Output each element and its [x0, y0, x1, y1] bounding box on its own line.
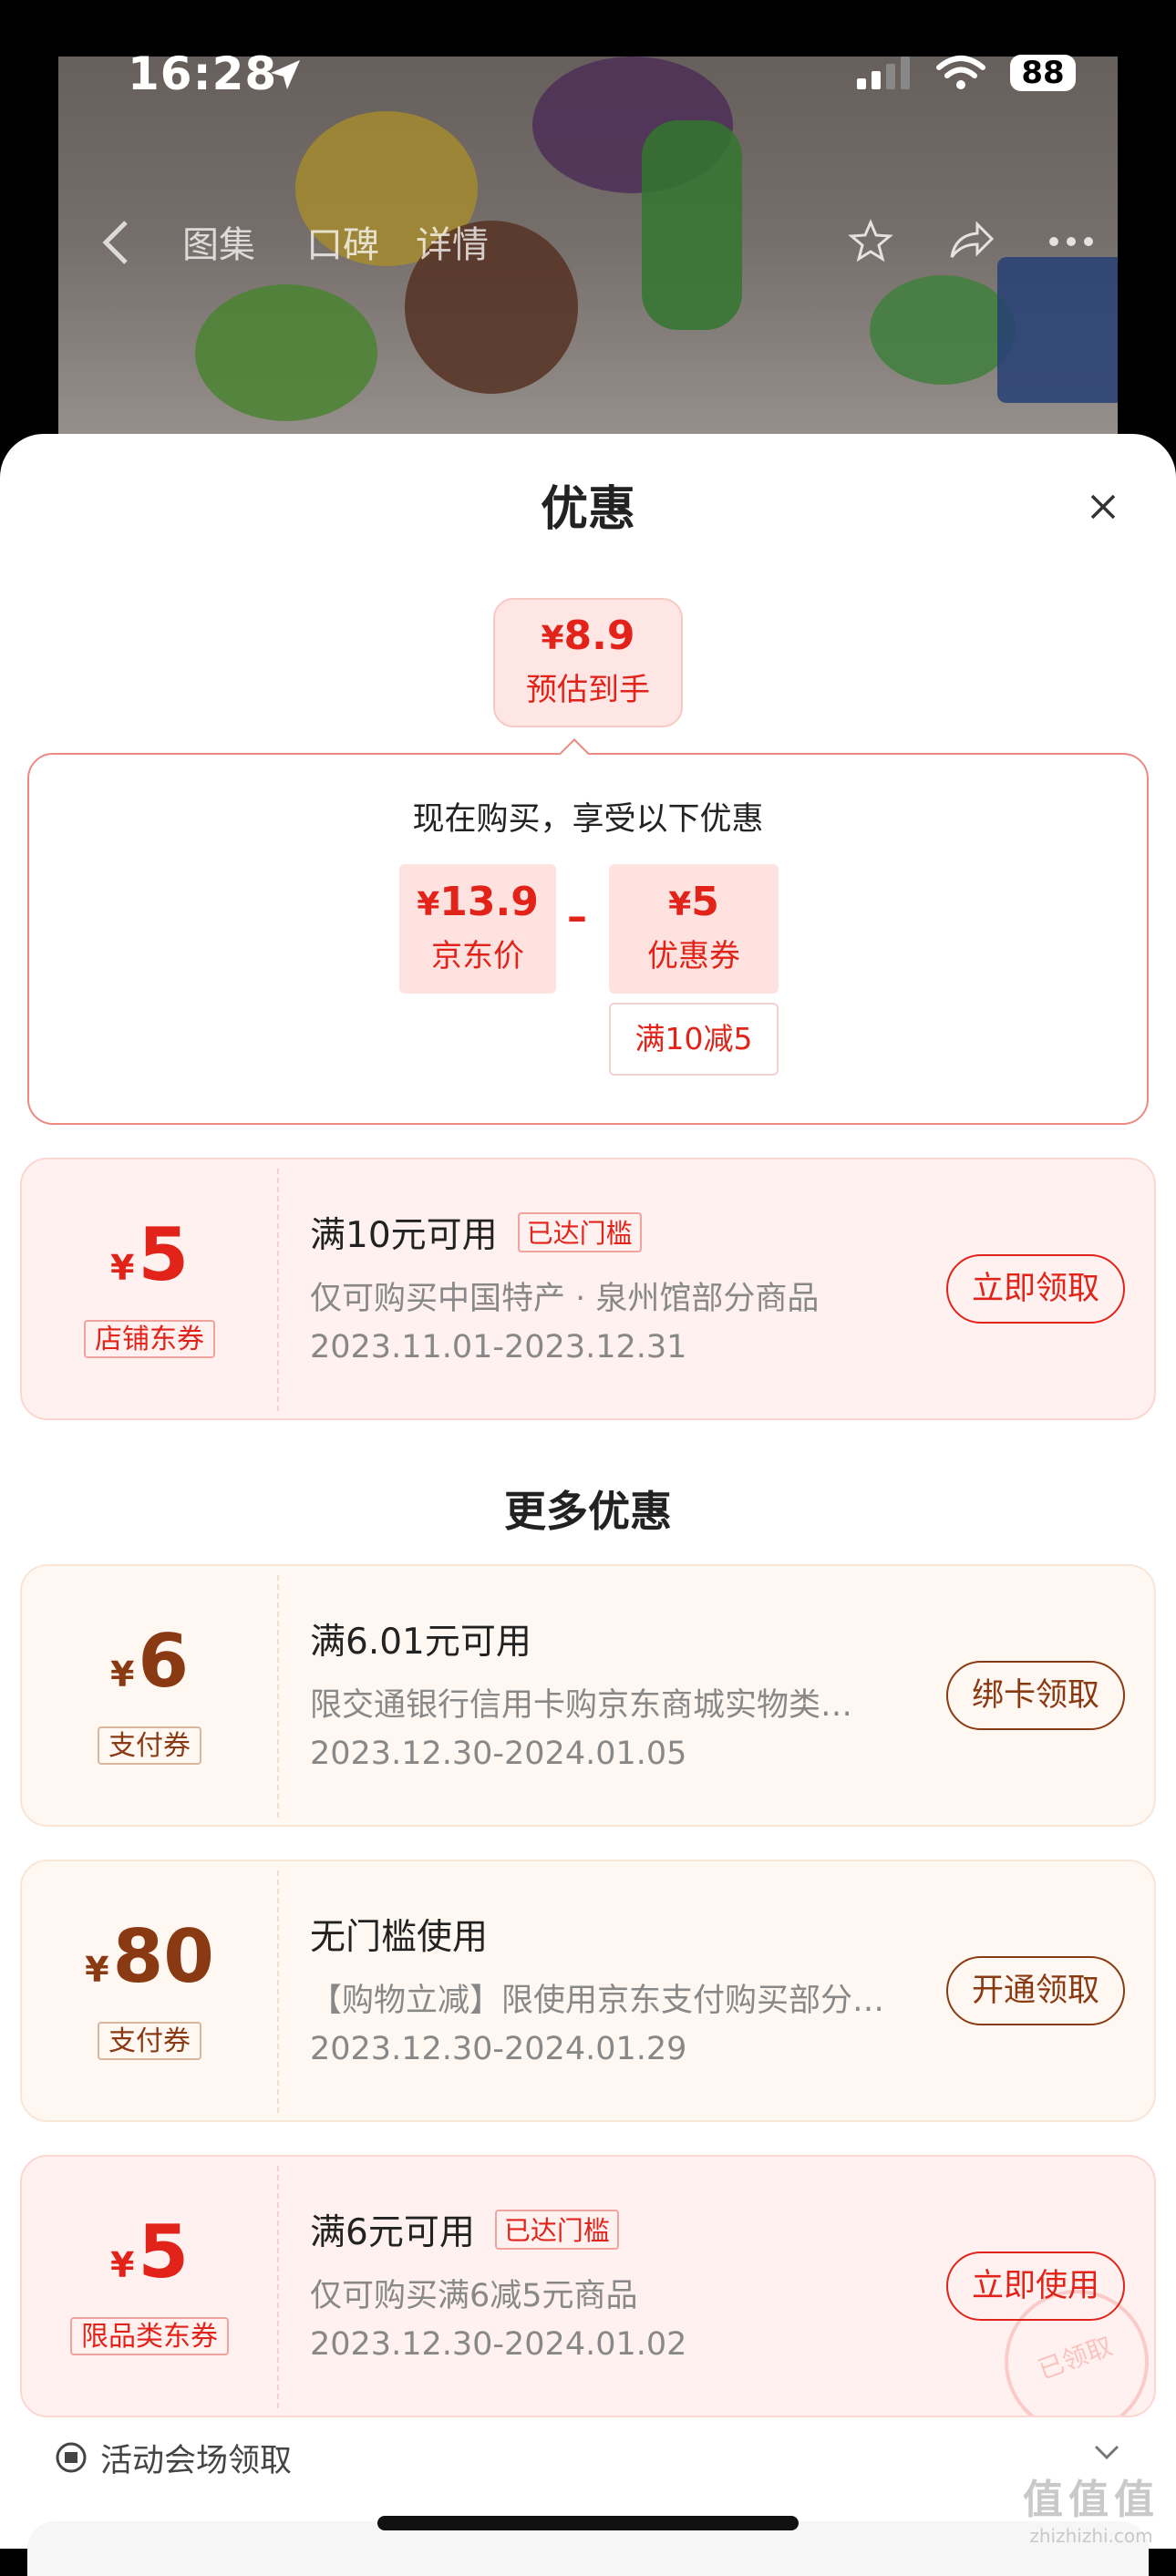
coupon-chip: ¥5 优惠券: [609, 864, 779, 994]
jd-price-label: 京东价: [431, 938, 524, 974]
coupon-currency: ¥: [85, 1950, 109, 1990]
battery-indicator: 88: [1010, 55, 1076, 91]
coupon-description: 仅可购买中国特产 · 泉州馆部分商品: [310, 1281, 820, 1317]
jd-price-currency: ¥: [417, 886, 440, 923]
tab-reviews[interactable]: 口碑: [306, 215, 379, 268]
coupon-chip-currency: ¥: [668, 886, 692, 923]
coupon-title: 满10元可用: [310, 1215, 498, 1256]
product-navbar: 图集 口碑 详情: [91, 215, 1094, 270]
estimated-price-badge: ¥8.9 预估到手: [493, 598, 683, 727]
threshold-reached-badge: 已达门槛: [517, 1212, 642, 1252]
coupon-description: 【购物立减】限使用京东支付购买部分…: [310, 1983, 885, 2019]
status-bar: 16:28 88: [0, 0, 1176, 109]
coupon-divider: [277, 1169, 279, 1411]
coupon-type-tag: 店铺东券: [84, 1320, 215, 1358]
coupon-validity: 2023.12.30-2024.01.02: [310, 2326, 687, 2363]
coupon-divider: [277, 1870, 279, 2113]
watermark-logo: 值值值: [1023, 2477, 1160, 2523]
coupon-amount: 5: [138, 2210, 190, 2294]
coupon-type-tag: 支付券: [98, 1726, 201, 1765]
chevron-down-icon[interactable]: [1092, 2443, 1121, 2461]
coupon-amount: 6: [138, 1619, 190, 1704]
coupon-type-tag: 限品类东券: [70, 2317, 229, 2355]
coupon-card: ¥5 店铺东券 满10元可用 已达门槛 仅可购买中国特产 · 泉州馆部分商品 2…: [20, 1158, 1156, 1420]
jd-price-chip: ¥13.9 京东价: [399, 864, 556, 994]
close-icon[interactable]: [1085, 489, 1121, 525]
coupon-validity: 2023.11.01-2023.12.31: [310, 1329, 687, 1365]
site-watermark: 值值值 zhizhizhi.com: [1023, 2467, 1160, 2547]
coupon-type-tag: 支付券: [98, 2022, 201, 2060]
jd-price-value: 13.9: [439, 879, 539, 925]
coupon-amount: 5: [138, 1212, 190, 1297]
activate-claim-button[interactable]: 开通领取: [946, 1956, 1125, 2025]
coupon-validity: 2023.12.30-2024.01.29: [310, 2031, 687, 2067]
more-offers-title: 更多优惠: [504, 1487, 672, 1536]
coupon-description: 限交通银行信用卡购京东商城实物类…: [310, 1687, 853, 1724]
coupon-currency: ¥: [109, 1248, 135, 1288]
coupon-currency: ¥: [109, 1654, 135, 1695]
coupon-currency: ¥: [109, 2245, 135, 2285]
status-time: 16:28: [128, 47, 278, 100]
wifi-icon: [936, 56, 985, 89]
back-chevron-icon[interactable]: [100, 219, 133, 266]
estimate-currency: ¥: [541, 620, 564, 657]
coupon-title: 满6元可用: [310, 2212, 475, 2253]
share-icon[interactable]: [946, 221, 995, 263]
venue-badge-icon: [56, 2442, 87, 2473]
coupon-amount: 80: [112, 1914, 214, 1999]
coupon-card: ¥80 支付券 无门槛使用 【购物立减】限使用京东支付购买部分… 2023.12…: [20, 1860, 1156, 2122]
activity-venue-label: 活动会场领取: [100, 2442, 293, 2479]
coupon-divider: [277, 2166, 279, 2408]
minus-operator: –: [567, 893, 587, 940]
discount-sheet: 优惠 ¥8.9 预估到手 现在购买，享受以下优惠 ¥13.9 京东价 – ¥5 …: [0, 434, 1176, 2576]
coupon-condition: 满10减5: [609, 1003, 779, 1076]
location-arrow-icon: [271, 60, 300, 89]
home-indicator: [377, 2516, 799, 2530]
estimate-price: 8.9: [563, 613, 635, 659]
signal-icon: [857, 57, 910, 89]
watermark-url: zhizhizhi.com: [1029, 2525, 1153, 2547]
coupon-validity: 2023.12.30-2024.01.05: [310, 1736, 687, 1772]
threshold-reached-badge: 已达门槛: [494, 2210, 619, 2250]
breakdown-title: 现在购买，享受以下优惠: [412, 801, 764, 838]
estimate-label: 预估到手: [526, 672, 650, 708]
coupon-chip-value: 5: [691, 879, 719, 925]
sheet-title: 优惠: [540, 482, 635, 537]
coupon-divider: [277, 1575, 279, 1818]
coupon-title: 无门槛使用: [310, 1917, 489, 1958]
coupon-chip-label: 优惠券: [647, 938, 740, 974]
coupon-card: ¥6 支付券 满6.01元可用 限交通银行信用卡购京东商城实物类… 2023.1…: [20, 1564, 1156, 1827]
bind-card-claim-button[interactable]: 绑卡领取: [946, 1661, 1125, 1730]
activity-venue-row[interactable]: 活动会场领取: [55, 2430, 1121, 2485]
price-breakdown-box: 现在购买，享受以下优惠 ¥13.9 京东价 – ¥5 优惠券 满10减5: [27, 753, 1149, 1125]
more-dots-icon[interactable]: [1048, 236, 1094, 247]
coupon-title: 满6.01元可用: [310, 1622, 531, 1663]
coupon-card: ¥5 限品类东券 满6元可用 已达门槛 仅可购买满6减5元商品 2023.12.…: [20, 2155, 1156, 2417]
tab-gallery[interactable]: 图集: [182, 215, 255, 268]
tab-details[interactable]: 详情: [416, 215, 489, 268]
star-favorite-icon[interactable]: [848, 219, 893, 264]
coupon-description: 仅可购买满6减5元商品: [310, 2278, 638, 2314]
claim-now-button[interactable]: 立即领取: [946, 1254, 1125, 1324]
